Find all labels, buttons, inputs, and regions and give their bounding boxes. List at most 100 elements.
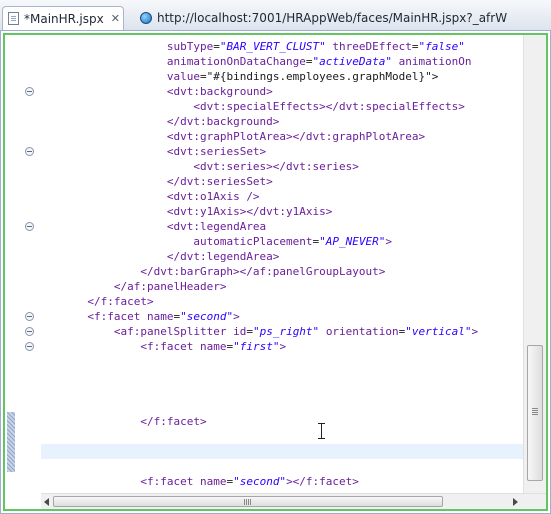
tab-mainhr-jspx[interactable]: *MainHR.jspx ✕ <box>2 6 124 30</box>
text-cursor-icon <box>318 423 326 439</box>
change-marker <box>7 412 15 472</box>
fold-collapse-icon[interactable] <box>25 222 34 231</box>
code-token: name <box>146 310 174 323</box>
code-token: "activeData" <box>312 55 393 68</box>
vertical-scrollbar-thumb[interactable] <box>527 345 543 481</box>
code-line[interactable]: <dvt:series></dvt:series> <box>41 159 523 174</box>
code-line[interactable]: <dvt:legendArea <box>41 219 523 234</box>
code-token: </f:facet> <box>87 295 154 308</box>
code-token: <dvt:background> <box>166 85 273 98</box>
code-token: > <box>233 310 240 323</box>
code-token: = <box>305 55 313 68</box>
code-token: > <box>471 325 479 338</box>
fold-collapse-icon[interactable] <box>25 147 34 156</box>
code-line[interactable] <box>41 354 523 369</box>
code-line[interactable]: <f:facet name="second"> <box>41 309 523 324</box>
code-token: <dvt:series></dvt:series> <box>193 160 359 173</box>
code-token: </dvt:background> <box>166 115 280 128</box>
code-line[interactable]: automaticPlacement="AP_NEVER"> <box>41 234 523 249</box>
tab-browser-url[interactable]: http://localhost:7001/HRAppWeb/faces/Mai… <box>136 6 551 30</box>
editor-gutter[interactable] <box>5 35 41 509</box>
code-token: <f:facet <box>87 310 147 323</box>
code-token: value <box>166 70 200 83</box>
globe-icon <box>140 12 152 24</box>
code-token: <dvt:legendArea <box>166 220 267 233</box>
code-token: </f:facet> <box>140 415 207 428</box>
code-line[interactable]: <dvt:background> <box>41 84 523 99</box>
code-line[interactable] <box>41 429 523 444</box>
code-line[interactable]: <dvt:specialEffects></dvt:specialEffects… <box>41 99 523 114</box>
code-line[interactable] <box>41 384 523 399</box>
code-token: "second" <box>180 310 234 323</box>
scroll-right-arrow-icon[interactable] <box>513 498 518 506</box>
code-token: "second" <box>233 475 287 488</box>
code-line[interactable]: <f:facet name="second"></f:facet> <box>41 474 523 489</box>
code-line[interactable]: </dvt:barGraph></af:panelGroupLayout> <box>41 264 523 279</box>
code-line[interactable]: value="#{bindings.employees.graphModel}"… <box>41 69 523 84</box>
code-line[interactable]: </af:panelHeader> <box>41 279 523 294</box>
code-line[interactable]: <dvt:o1Axis /> <box>41 189 523 204</box>
fold-collapse-icon[interactable] <box>25 327 34 336</box>
code-line[interactable]: </dvt:background> <box>41 114 523 129</box>
fold-collapse-icon[interactable] <box>25 87 34 96</box>
code-line[interactable] <box>41 399 523 414</box>
jspx-file-icon <box>8 12 19 25</box>
code-line[interactable]: </f:facet> <box>41 414 523 429</box>
scroll-left-arrow-icon[interactable] <box>44 498 49 506</box>
horizontal-scrollbar[interactable] <box>41 493 546 509</box>
code-token: name <box>199 475 227 488</box>
code-line[interactable]: <dvt:y1Axis></dvt:y1Axis> <box>41 204 523 219</box>
code-token: <dvt:graphPlotArea></dvt:graphPlotArea> <box>166 130 426 143</box>
code-text-area[interactable]: subType="BAR_VERT_CLUST" threeDEffect="f… <box>41 35 523 509</box>
close-icon[interactable]: ✕ <box>111 12 120 25</box>
code-token: "AP_NEVER" <box>319 235 386 248</box>
code-line[interactable] <box>41 369 523 384</box>
fold-collapse-icon[interactable] <box>25 312 34 321</box>
code-line[interactable]: animationOnDataChange="activeData" anima… <box>41 54 523 69</box>
code-token: <f:facet <box>140 340 200 353</box>
vertical-scrollbar[interactable] <box>523 35 546 493</box>
code-token: id <box>233 325 247 338</box>
code-token: animationOnDataChange <box>166 55 306 68</box>
code-token: </dvt:barGraph></af:panelGroupLayout> <box>140 265 386 278</box>
code-line[interactable]: <dvt:seriesSet> <box>41 144 523 159</box>
code-token: animationOn <box>398 55 472 68</box>
code-token: <af:panelSplitter <box>113 325 234 338</box>
code-token: <dvt:y1Axis></dvt:y1Axis> <box>166 205 333 218</box>
code-line[interactable]: </dvt:seriesSet> <box>41 174 523 189</box>
code-line[interactable]: </f:facet> <box>41 294 523 309</box>
code-line[interactable] <box>41 459 523 474</box>
code-line[interactable] <box>41 444 523 459</box>
code-line[interactable]: <f:facet name="first"> <box>41 339 523 354</box>
code-token: subType <box>166 40 214 53</box>
code-token: <dvt:seriesSet> <box>166 145 267 158</box>
code-token: <dvt:o1Axis /> <box>166 190 260 203</box>
code-line[interactable]: <af:panelSplitter id="ps_right" orientat… <box>41 324 523 339</box>
code-line[interactable]: subType="BAR_VERT_CLUST" threeDEffect="f… <box>41 39 523 54</box>
horizontal-scrollbar-thumb[interactable] <box>53 496 443 507</box>
code-line[interactable]: <dvt:graphPlotArea></dvt:graphPlotArea> <box>41 129 523 144</box>
code-token: > <box>279 340 287 353</box>
fold-collapse-icon[interactable] <box>25 342 34 351</box>
code-token: <f:facet <box>140 475 200 488</box>
code-line[interactable]: </dvt:legendArea> <box>41 249 523 264</box>
code-token: = <box>411 40 419 53</box>
code-token: </af:panelHeader> <box>113 280 227 293</box>
